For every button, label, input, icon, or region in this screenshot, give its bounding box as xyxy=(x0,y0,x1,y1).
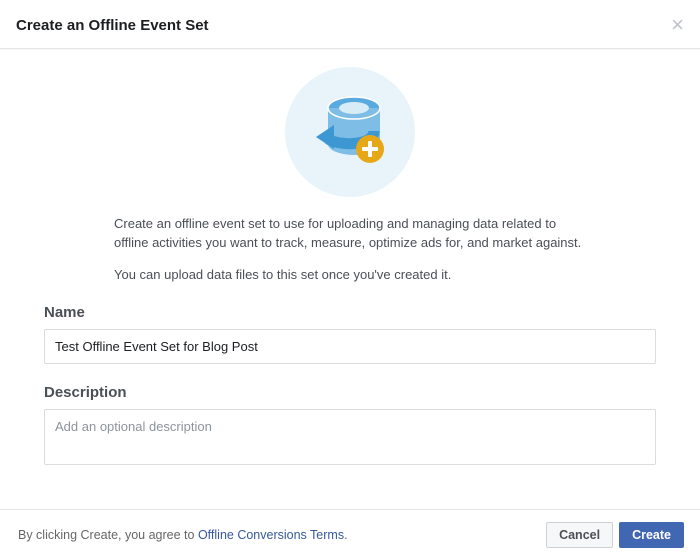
terms-suffix: . xyxy=(344,528,347,542)
description-label: Description xyxy=(44,384,656,401)
modal-body: Create an offline event set to use for u… xyxy=(0,49,700,509)
illustration-wrap xyxy=(44,67,656,197)
cancel-button[interactable]: Cancel xyxy=(546,522,613,548)
description-input[interactable] xyxy=(44,409,656,465)
name-label: Name xyxy=(44,304,656,321)
close-icon[interactable]: × xyxy=(671,14,684,36)
create-offline-event-set-modal: Create an Offline Event Set × xyxy=(0,0,700,560)
modal-title: Create an Offline Event Set xyxy=(16,17,209,34)
terms-prefix: By clicking Create, you agree to xyxy=(18,528,198,542)
modal-header: Create an Offline Event Set × xyxy=(0,0,700,49)
terms-link[interactable]: Offline Conversions Terms xyxy=(198,528,344,542)
intro-paragraph-1: Create an offline event set to use for u… xyxy=(114,215,586,253)
name-input[interactable] xyxy=(44,329,656,364)
database-add-icon xyxy=(285,67,415,197)
terms-text: By clicking Create, you agree to Offline… xyxy=(18,528,348,542)
modal-footer: By clicking Create, you agree to Offline… xyxy=(0,509,700,560)
button-group: Cancel Create xyxy=(546,522,684,548)
create-button[interactable]: Create xyxy=(619,522,684,548)
intro-paragraph-2: You can upload data files to this set on… xyxy=(114,267,586,282)
